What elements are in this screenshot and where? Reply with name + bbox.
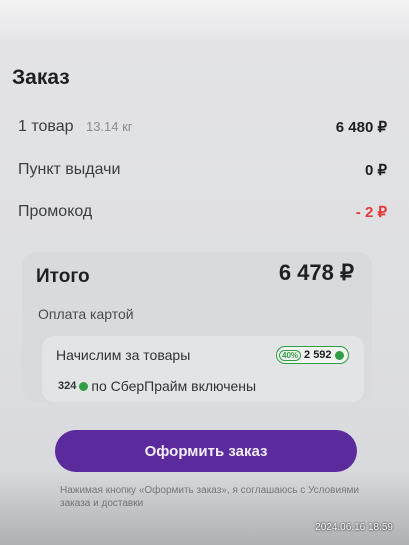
pickup-price: 0 ₽ [364,162,387,179]
bonus-points: 2 592 [304,349,332,361]
terms-text: Нажимая кнопку «Оформить заказ», я согла… [60,485,359,509]
items-row: 1 товар 13.14 кг 6 480 ₽ [18,115,387,139]
bonus-percent: 40% [279,349,302,361]
order-title: Заказ [12,66,70,89]
items-weight: 13.14 кг [85,119,133,134]
prime-points: 324 [58,380,77,392]
items-price: 6 480 ₽ [335,119,387,136]
promo-discount: - 2 ₽ [355,204,387,221]
total-label: Итого [36,266,90,287]
photo-timestamp: 2024.06.16 18:59 [315,522,393,533]
pickup-row: Пункт выдачи 0 ₽ [18,158,387,182]
promo-label: Промокод [18,203,93,220]
bonus-badge: 40% 2 592 [276,346,349,364]
prime-coin-icon [79,381,89,391]
items-count-label: 1 товар [18,118,74,135]
total-value: 6 478 ₽ [278,260,354,285]
prime-line: 324 по СберПрайм включены [58,378,256,394]
bonus-coin-icon [334,350,344,360]
pickup-label: Пункт выдачи [18,161,121,178]
bonus-accrual-label: Начислим за товары [56,347,191,363]
checkout-screen: Заказ 1 товар 13.14 кг 6 480 ₽ Пункт выд… [0,0,409,545]
payment-method: Оплата картой [38,306,134,322]
prime-text: по СберПрайм включены [91,378,257,394]
top-band [0,0,409,40]
promo-row: Промокод - 2 ₽ [18,200,387,224]
place-order-button[interactable]: Оформить заказ [55,430,357,472]
